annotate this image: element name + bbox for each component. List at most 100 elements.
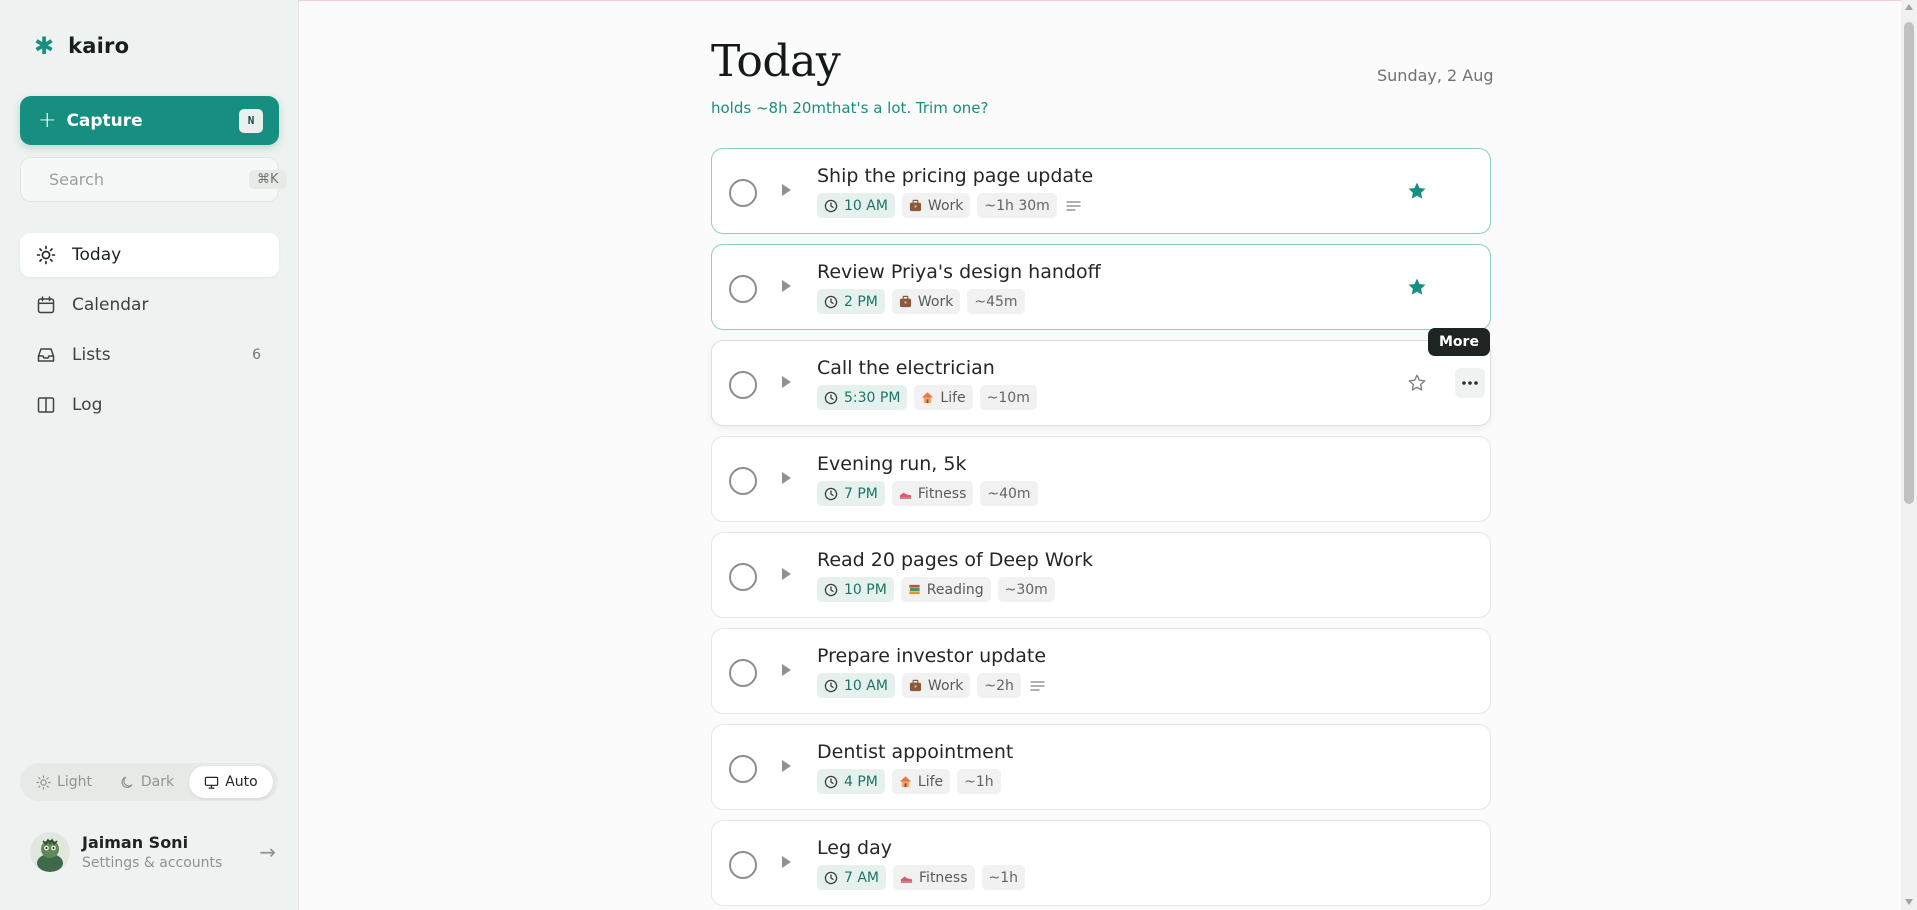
task-title[interactable]: Evening run, 5k bbox=[817, 453, 966, 475]
task-row[interactable]: Leg day 7 AM Fitness ~1h bbox=[711, 820, 1491, 906]
brand[interactable]: ✱ kairo bbox=[34, 34, 129, 58]
scrollbar[interactable] bbox=[1901, 0, 1917, 910]
task-checkbox[interactable] bbox=[729, 851, 757, 879]
duration-chip-label: ~1h bbox=[988, 869, 1019, 886]
theme-option-dark[interactable]: Dark bbox=[105, 766, 189, 798]
expand-triangle-icon[interactable] bbox=[782, 184, 791, 196]
theme-option-auto[interactable]: Auto bbox=[189, 766, 273, 798]
task-row[interactable]: Call the electrician 5:30 PM Life ~10m bbox=[711, 340, 1491, 426]
task-title[interactable]: Call the electrician bbox=[817, 357, 995, 379]
expand-triangle-icon[interactable] bbox=[782, 856, 791, 868]
time-chip[interactable]: 4 PM bbox=[817, 769, 885, 794]
task-checkbox[interactable] bbox=[729, 275, 757, 303]
nav-item-today[interactable]: Today bbox=[20, 233, 279, 277]
task-list: Ship the pricing page update 10 AM Work ~1h… bbox=[711, 148, 1491, 910]
task-title[interactable]: Read 20 pages of Deep Work bbox=[817, 549, 1093, 571]
task-title[interactable]: Dentist appointment bbox=[817, 741, 1013, 763]
search-input[interactable] bbox=[49, 170, 249, 189]
duration-chip[interactable]: ~2h bbox=[977, 673, 1021, 698]
scroll-down-arrow-icon[interactable] bbox=[1905, 899, 1913, 905]
more-options-button[interactable] bbox=[1455, 368, 1485, 398]
duration-chip[interactable]: ~45m bbox=[967, 289, 1025, 314]
category-chip[interactable]: Work bbox=[901, 193, 971, 218]
sun-icon bbox=[36, 245, 56, 265]
duration-chip[interactable]: ~10m bbox=[979, 385, 1037, 410]
star-filled-icon[interactable] bbox=[1406, 276, 1428, 298]
clock-icon bbox=[824, 679, 838, 692]
duration-chip[interactable]: ~40m bbox=[980, 481, 1038, 506]
category-chip[interactable]: Work bbox=[891, 289, 961, 314]
time-chip-label: 10 AM bbox=[844, 197, 888, 214]
time-chip[interactable]: 5:30 PM bbox=[817, 385, 908, 410]
task-title[interactable]: Leg day bbox=[817, 837, 892, 859]
task-row[interactable]: Ship the pricing page update 10 AM Work ~1h… bbox=[711, 148, 1491, 234]
account-name: Jaiman Soni bbox=[82, 833, 189, 852]
scroll-up-arrow-icon[interactable] bbox=[1905, 4, 1913, 10]
search-box[interactable]: ⌘K bbox=[20, 157, 287, 202]
task-checkbox[interactable] bbox=[729, 179, 757, 207]
task-meta: 10 PM Reading ~30m bbox=[817, 577, 1055, 602]
nav-label-calendar: Calendar bbox=[72, 295, 149, 315]
task-checkbox[interactable] bbox=[729, 563, 757, 591]
task-row[interactable]: Review Priya's design handoff 2 PM Work ~45… bbox=[711, 244, 1491, 330]
category-chip[interactable]: Life bbox=[914, 385, 973, 410]
task-row[interactable]: Dentist appointment 4 PM Life ~1h bbox=[711, 724, 1491, 810]
category-chip-label: Fitness bbox=[917, 485, 967, 502]
category-chip[interactable]: Reading bbox=[900, 577, 991, 602]
day-load-warning: holds ~8h 20mthat's a lot. Trim one? bbox=[711, 99, 989, 117]
expand-triangle-icon[interactable] bbox=[782, 472, 791, 484]
duration-chip[interactable]: ~1h bbox=[981, 865, 1026, 890]
task-row[interactable]: Prepare investor update 10 AM Work ~2h bbox=[711, 628, 1491, 714]
task-title[interactable]: Prepare investor update bbox=[817, 645, 1046, 667]
clock-icon bbox=[824, 775, 838, 788]
time-chip[interactable]: 7 AM bbox=[817, 865, 887, 890]
expand-triangle-icon[interactable] bbox=[782, 760, 791, 772]
expand-triangle-icon[interactable] bbox=[782, 376, 791, 388]
task-meta: 10 AM Work ~2h bbox=[817, 673, 1045, 698]
account-menu[interactable]: Jaiman Soni Settings & accounts → bbox=[30, 826, 276, 878]
nav-item-lists[interactable]: Lists 6 bbox=[20, 333, 279, 377]
task-meta: 2 PM Work ~45m bbox=[817, 289, 1025, 314]
task-row[interactable]: Read 20 pages of Deep Work 10 PM Reading ~3… bbox=[711, 532, 1491, 618]
task-row[interactable]: Evening run, 5k 7 PM Fitness ~40m bbox=[711, 436, 1491, 522]
capture-button[interactable]: + Capture N bbox=[20, 96, 279, 145]
book-icon bbox=[37, 397, 55, 413]
task-checkbox[interactable] bbox=[729, 659, 757, 687]
house-icon bbox=[922, 392, 934, 404]
time-chip[interactable]: 2 PM bbox=[817, 289, 885, 314]
expand-triangle-icon[interactable] bbox=[782, 280, 791, 292]
task-meta: 10 AM Work ~1h 30m bbox=[817, 193, 1081, 218]
duration-chip[interactable]: ~30m bbox=[997, 577, 1055, 602]
expand-triangle-icon[interactable] bbox=[782, 568, 791, 580]
time-chip-label: 7 AM bbox=[844, 869, 880, 886]
time-chip[interactable]: 10 PM bbox=[817, 577, 894, 602]
category-chip[interactable]: Fitness bbox=[891, 481, 974, 506]
category-chip[interactable]: Fitness bbox=[893, 865, 975, 890]
duration-chip[interactable]: ~1h bbox=[957, 769, 1001, 794]
task-checkbox[interactable] bbox=[729, 755, 757, 783]
star-filled-icon[interactable] bbox=[1406, 180, 1428, 202]
duration-chip[interactable]: ~1h 30m bbox=[977, 193, 1057, 218]
star-outline-icon[interactable] bbox=[1406, 372, 1428, 394]
category-chip[interactable]: Work bbox=[901, 673, 971, 698]
category-chip[interactable]: Life bbox=[891, 769, 951, 794]
nav-item-calendar[interactable]: Calendar bbox=[20, 283, 279, 327]
scrollbar-thumb[interactable] bbox=[1904, 22, 1914, 504]
task-title[interactable]: Ship the pricing page update bbox=[817, 165, 1093, 187]
time-chip[interactable]: 10 AM bbox=[817, 673, 895, 698]
nav-item-log[interactable]: Log bbox=[20, 383, 279, 427]
task-title[interactable]: Review Priya's design handoff bbox=[817, 261, 1101, 283]
category-chip-label: Reading bbox=[926, 581, 984, 598]
task-checkbox[interactable] bbox=[729, 371, 757, 399]
time-chip[interactable]: 7 PM bbox=[817, 481, 885, 506]
clock-icon bbox=[824, 295, 838, 308]
expand-triangle-icon[interactable] bbox=[782, 664, 791, 676]
time-chip-label: 7 PM bbox=[844, 485, 878, 502]
task-checkbox[interactable] bbox=[729, 467, 757, 495]
theme-option-light[interactable]: Light bbox=[23, 766, 105, 798]
theme-label-light: Light bbox=[57, 774, 92, 790]
inbox-icon bbox=[37, 348, 55, 362]
moon-icon bbox=[121, 776, 133, 788]
time-chip[interactable]: 10 AM bbox=[817, 193, 895, 218]
duration-chip-label: ~2h bbox=[984, 677, 1014, 694]
